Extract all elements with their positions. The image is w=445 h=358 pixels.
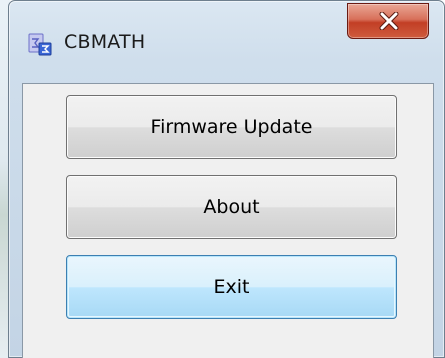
about-button[interactable]: About (66, 175, 397, 239)
exit-button[interactable]: Exit (66, 255, 397, 319)
title-bar: CBMATH (9, 1, 444, 83)
dialog-window: CBMATH Firmware Update About Exit (8, 0, 445, 358)
cbmath-app-icon (28, 32, 52, 56)
firmware-update-button[interactable]: Firmware Update (66, 95, 397, 159)
window-title: CBMATH (64, 31, 146, 53)
dialog-body: Firmware Update About Exit (22, 83, 434, 358)
close-button[interactable] (347, 3, 429, 39)
close-icon (379, 12, 399, 30)
